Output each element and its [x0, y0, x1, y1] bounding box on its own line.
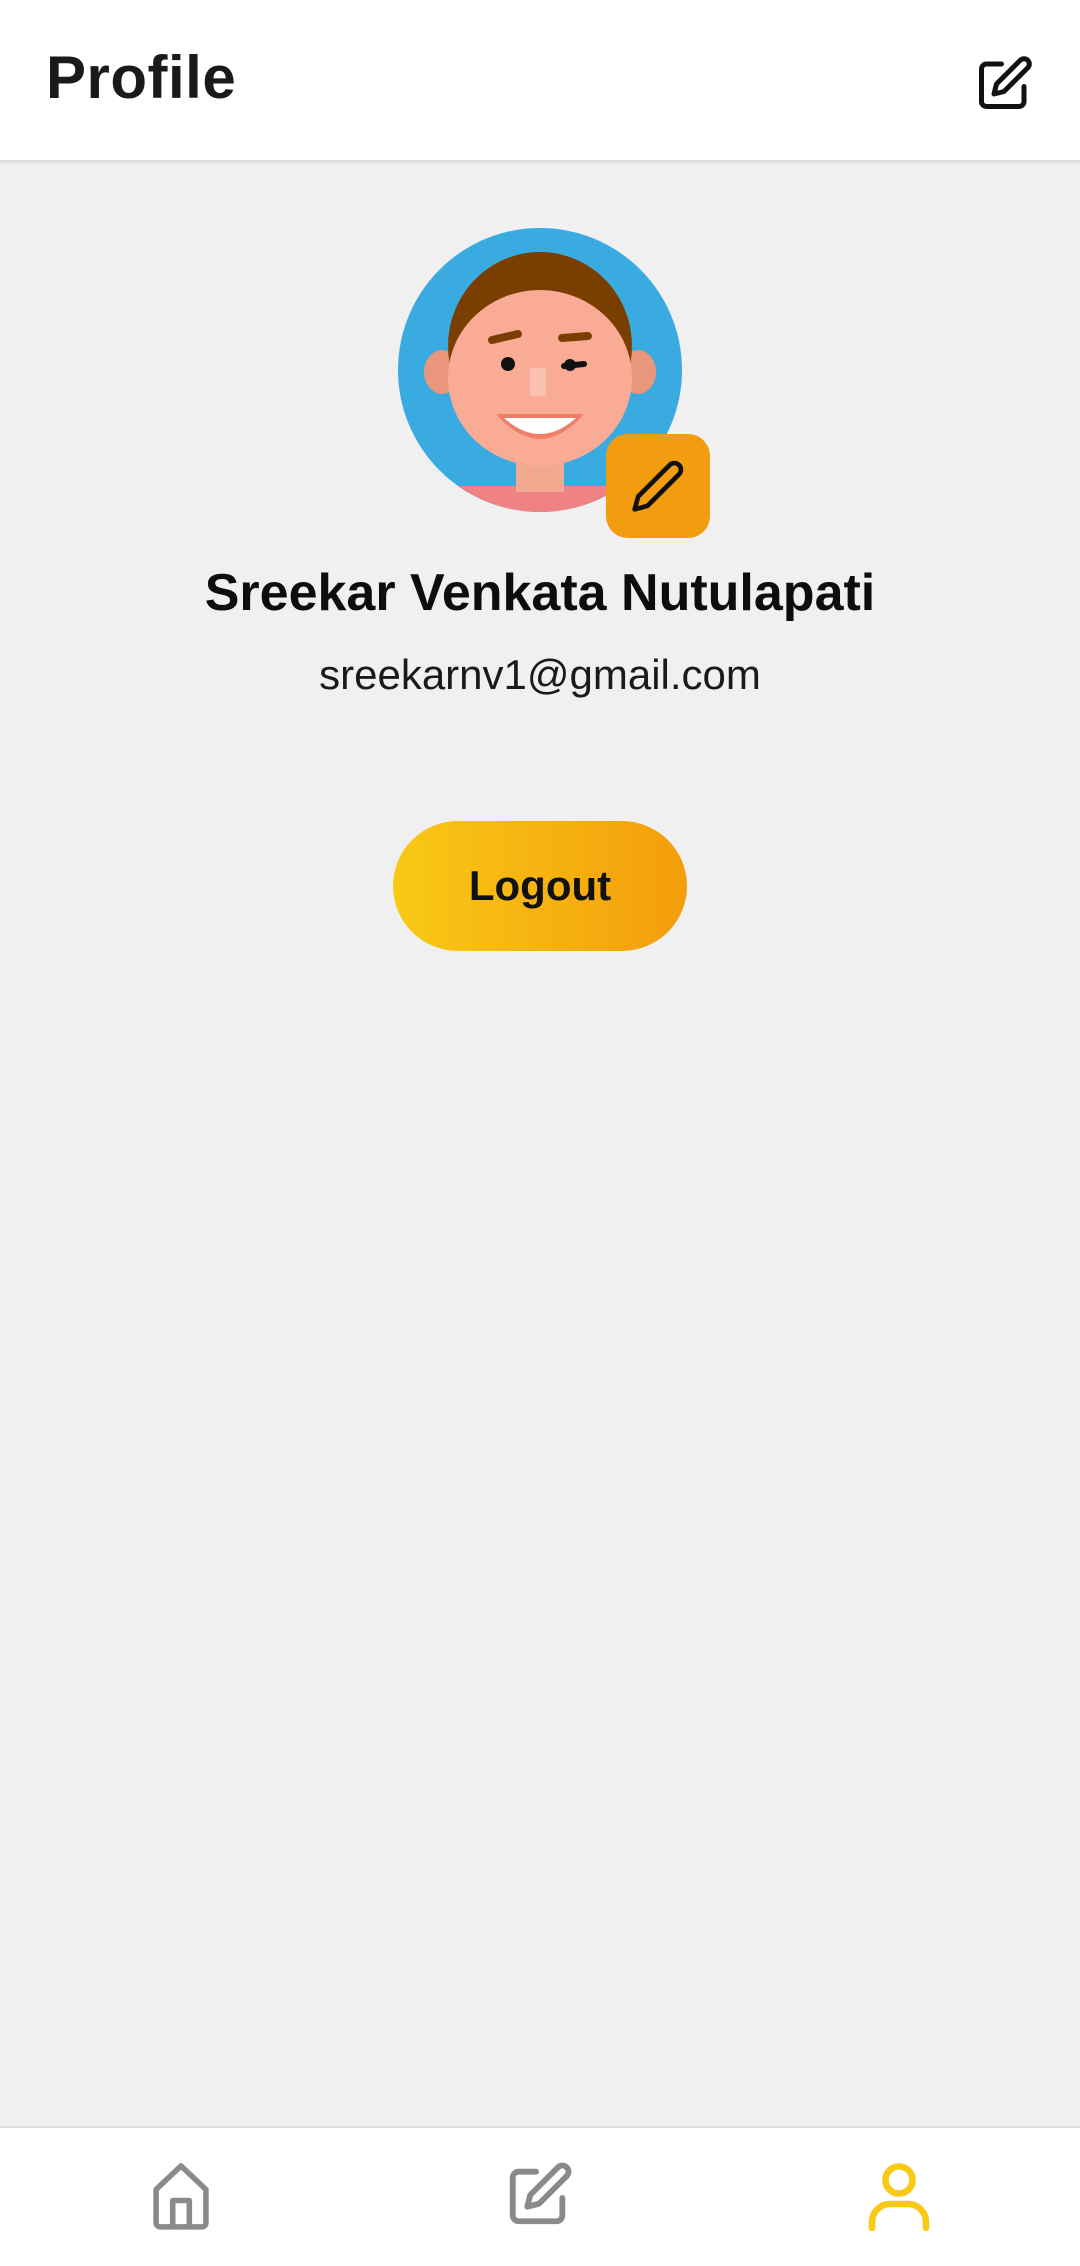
user-name: Sreekar Venkata Nutulapati	[204, 564, 876, 622]
nav-home[interactable]	[126, 2150, 236, 2240]
home-icon	[153, 2163, 209, 2230]
edit-profile-button[interactable]	[970, 50, 1038, 118]
user-icon	[868, 2163, 930, 2231]
change-avatar-button[interactable]	[606, 434, 710, 538]
page-title: Profile	[46, 44, 237, 111]
logout-button[interactable]: Logout	[393, 821, 687, 951]
nav-profile[interactable]	[844, 2150, 954, 2240]
edit-icon	[509, 2162, 572, 2225]
bottom-navigation	[0, 2126, 1080, 2266]
edit-square-icon	[979, 56, 1032, 109]
pencil-icon	[632, 460, 684, 512]
user-email: sreekarnv1@gmail.com	[319, 651, 761, 698]
app-bar: Profile	[0, 0, 1080, 160]
nav-edit[interactable]	[484, 2150, 594, 2240]
